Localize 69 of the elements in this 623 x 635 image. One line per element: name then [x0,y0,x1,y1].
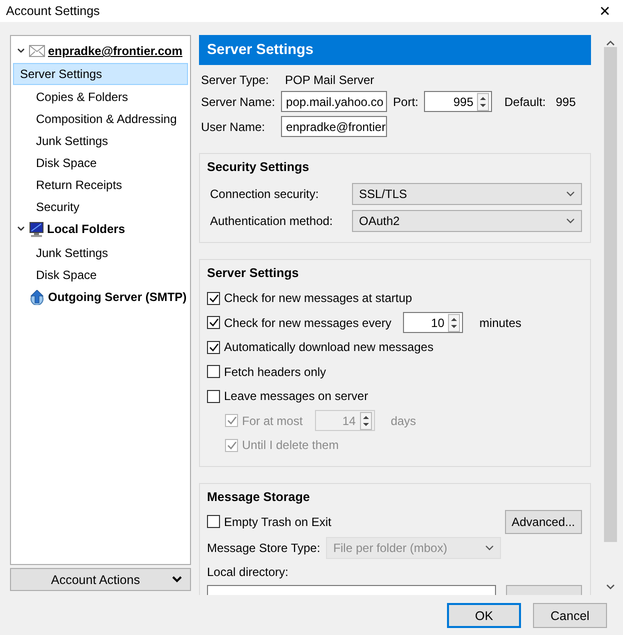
tree-item[interactable]: Composition & Addressing [13,107,188,129]
tree-item[interactable]: Junk Settings [13,129,188,151]
close-button[interactable]: ✕ [597,3,613,19]
user-name-field[interactable]: enpradke@frontier [281,116,388,137]
chevron-down-icon [566,190,575,196]
field-label: Port: [393,94,418,108]
option-label: Automatically download new messages [224,340,434,354]
unit-label: days [390,414,416,428]
field-label: Server Type: [201,73,270,87]
chevron-down-icon [566,218,575,224]
tree-item[interactable]: Copies & Folders [13,85,188,107]
dialog-button[interactable]: Cancel [533,603,607,628]
envelope-icon [29,45,45,57]
checkbox[interactable] [207,292,220,305]
scrollbar-thumb[interactable] [604,47,617,542]
window-title: Account Settings [6,4,100,18]
option-label: Leave messages on server [224,389,368,404]
checkbox[interactable] [207,390,220,403]
spinner-arrows-icon[interactable] [448,314,460,332]
server-name-field[interactable]: pop.mail.yahoo.co [281,91,388,112]
dialog-button[interactable]: OK [447,603,521,628]
scroll-up-icon[interactable] [606,40,615,46]
account-actions-button[interactable]: Account Actions [10,568,191,591]
monitor-icon [29,222,44,236]
option-label: For at most [242,414,303,428]
dropdown[interactable]: SSL/TLS [352,182,582,204]
account-name[interactable]: Local Folders [47,222,126,236]
tree-item[interactable]: Junk Settings [13,241,188,263]
expand-chevron-icon[interactable] [17,226,25,232]
unit-label: minutes [479,316,522,330]
scroll-down-icon[interactable] [606,584,615,590]
dropdown[interactable]: OAuth2 [352,210,582,232]
account-name[interactable]: Outgoing Server (SMTP) [48,290,187,304]
tree-item[interactable]: Disk Space [13,151,188,173]
upload-globe-icon [29,290,45,304]
group-title: Server Settings [207,266,300,280]
field-label: Default: [503,94,546,108]
port-field[interactable]: 995 [424,91,492,112]
tree-item[interactable]: Disk Space [13,263,188,285]
group-title: Security Settings [207,160,310,174]
number-field[interactable]: 10 [403,312,464,334]
checkbox[interactable] [207,340,220,354]
option-label: Empty Trash on Exit [224,514,332,529]
option-label: Check for new messages every [224,316,392,330]
section-header: Server Settings [199,35,591,65]
spinner-arrows-icon[interactable] [477,92,490,110]
account-name[interactable]: enpradke@frontier.com [48,44,182,58]
group-title: Message Storage [207,490,311,504]
field-label: Local directory: [207,565,290,579]
tree-item[interactable]: Server Settings [13,63,188,85]
option-label: Check for new messages at startup [224,291,412,306]
field-value: POP Mail Server [284,73,376,87]
checkbox[interactable] [207,365,220,378]
field-label: User Name: [201,120,266,134]
tree-item[interactable]: Security [13,195,188,217]
checkbox[interactable] [207,316,220,330]
field-label: Authentication method: [209,214,334,228]
option-label: Fetch headers only [224,364,326,379]
chevron-down-icon [485,544,494,550]
field-label: Server Name: [201,94,276,108]
chevron-down-icon [172,576,182,583]
field-label: Connection security: [209,186,320,200]
field-value: 995 [554,94,576,108]
tree-item[interactable]: Return Receipts [13,173,188,195]
checkbox[interactable] [207,515,220,528]
advanced-button[interactable]: Advanced... [504,510,582,534]
field-label: Message Store Type: [207,540,322,554]
option-label: Until I delete them [242,438,339,452]
expand-chevron-icon[interactable] [17,48,25,54]
